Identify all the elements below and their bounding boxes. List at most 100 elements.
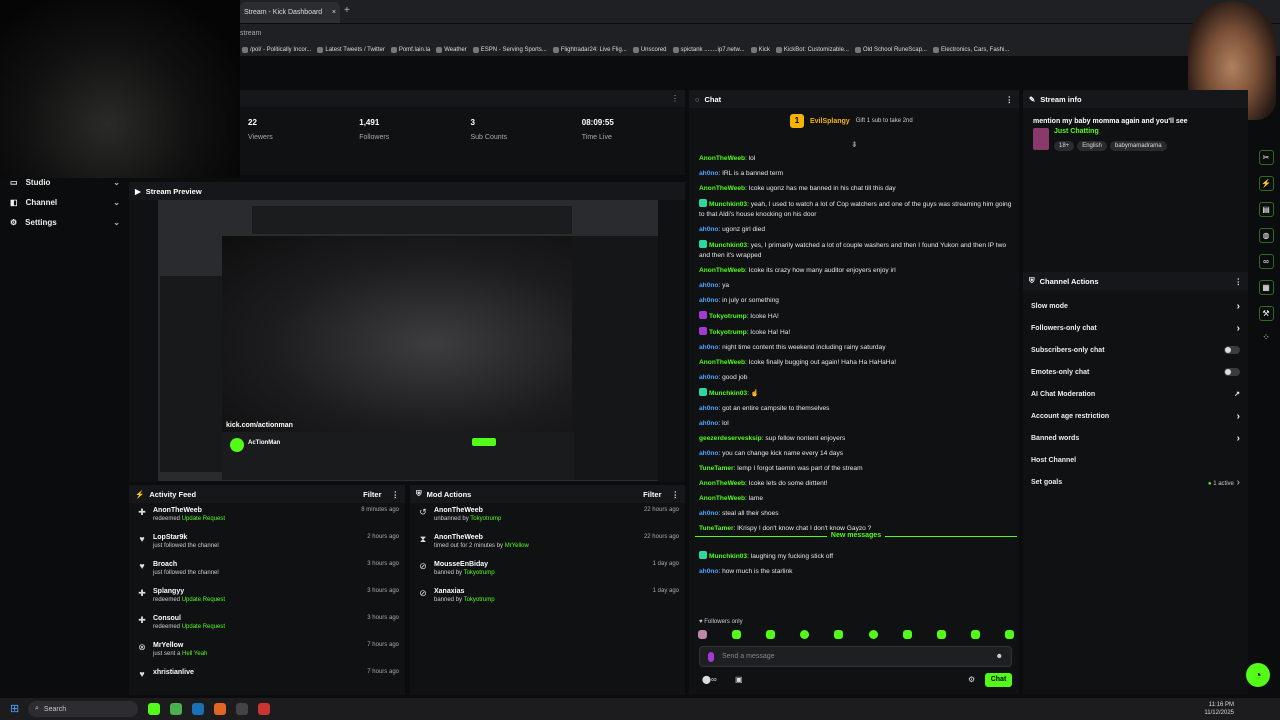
channel-action[interactable]: Host Channel xyxy=(1023,449,1248,471)
toggle-switch[interactable] xyxy=(1224,346,1240,354)
bookmark[interactable]: Latest Tweets / Twitter xyxy=(317,46,385,53)
bookmark[interactable]: Pomf.lain.la xyxy=(390,46,430,53)
address-bar[interactable]: stream xyxy=(240,24,1280,43)
feed-item[interactable]: ♥ xhristianlive 7 hours ago xyxy=(129,665,405,692)
channel-action[interactable]: Set goals ● 1 active › xyxy=(1023,471,1248,493)
browser-tab[interactable]: Stream - Kick Dashboard × xyxy=(240,2,340,23)
close-icon[interactable]: × xyxy=(332,9,336,16)
chat-message[interactable]: Munchkin03: yeah, I used to watch a lot … xyxy=(699,199,1017,220)
bolt-icon[interactable]: ⚡ xyxy=(1258,176,1274,191)
kicks-icon[interactable]: ⬤∞ xyxy=(702,675,717,684)
nav-channel[interactable]: ◧ Channel ⌄ xyxy=(10,198,120,207)
emote-icon[interactable] xyxy=(766,630,776,639)
chat-username[interactable]: Tokyotrump xyxy=(709,329,747,336)
chat-username[interactable]: AnonTheWeeb xyxy=(699,267,745,274)
nav-settings[interactable]: ⚙ Settings ⌄ xyxy=(10,218,120,227)
chat-message[interactable]: Munchkin03: yes, I primarily watched a l… xyxy=(699,240,1017,261)
tag[interactable]: English xyxy=(1077,141,1107,151)
bookmark[interactable]: Weather xyxy=(436,46,467,53)
more-icon[interactable]: ⋮ xyxy=(1235,277,1243,286)
kick-app-icon[interactable] xyxy=(148,703,160,715)
chat-username[interactable]: Munchkin03 xyxy=(709,553,747,560)
emote-icon[interactable] xyxy=(732,630,742,639)
channel-action[interactable]: AI Chat Moderation ↗ xyxy=(1023,383,1248,405)
chrome-icon[interactable] xyxy=(170,703,182,715)
channel-action[interactable]: Emotes-only chat xyxy=(1023,361,1248,383)
link-icon[interactable]: ∞ xyxy=(1258,254,1274,269)
bookmark[interactable]: Kick xyxy=(750,46,770,53)
chat-username[interactable]: AnonTheWeeb xyxy=(699,185,745,192)
chat-bubble-icon[interactable]: ◍ xyxy=(1258,228,1274,243)
chat-message[interactable]: Tokyotrump: Icoke Ha! Ha! xyxy=(699,327,1017,338)
chat-message[interactable]: ah0no: good job xyxy=(699,373,1017,383)
feed-user[interactable]: MrYellow xyxy=(153,642,207,649)
document-icon[interactable]: ▤ xyxy=(1258,202,1274,217)
feed-item[interactable]: ♥ Broach just followed the channel 3 hours… xyxy=(129,557,405,584)
emote-icon[interactable] xyxy=(936,630,946,639)
channel-action[interactable]: Followers-only chat › xyxy=(1023,317,1248,339)
firefox-icon[interactable] xyxy=(214,703,226,715)
chat-username[interactable]: AnonTheWeeb xyxy=(699,495,745,502)
chat-username[interactable]: TuneTamer xyxy=(699,525,734,532)
chat-username[interactable]: geezerdeservesksip xyxy=(699,435,762,442)
chat-message[interactable]: TuneTamer: lemp I forgot taemin was part… xyxy=(699,464,1017,474)
chat-message[interactable]: ah0no: how much is the starlink xyxy=(699,567,1017,577)
pinned-gift[interactable]: 1 EvilSplangy Gift 1 sub to take 2nd xyxy=(790,114,913,128)
chat-username[interactable]: Munchkin03 xyxy=(709,390,747,397)
chat-message[interactable]: AnonTheWeeb: Icoke its crazy how many au… xyxy=(699,266,1017,276)
channel-action[interactable]: Slow mode › xyxy=(1023,295,1248,317)
emote-icon[interactable] xyxy=(834,630,844,639)
chat-message[interactable]: AnonTheWeeb: Icoke finally bugging out a… xyxy=(699,358,1017,368)
bookmark[interactable]: ESPN - Serving Sports... xyxy=(472,46,547,53)
bookmark[interactable]: Flightradar24: Live Flig... xyxy=(552,46,627,53)
bookmark[interactable]: Old School RuneScap... xyxy=(854,46,927,53)
bookmark[interactable]: /pol/ - Politically Incor... xyxy=(242,46,311,53)
feed-item[interactable]: ♥ LopStar9k just followed the channel 2 ho… xyxy=(129,530,405,557)
feed-user[interactable]: Consoul xyxy=(153,615,225,622)
feed-item[interactable]: ⊘ Xanaxias banned by Tokyotrump 1 day ago xyxy=(410,584,685,611)
chat-message[interactable]: ah0no: steal all their shoes xyxy=(699,509,1017,519)
feed-item[interactable]: ⧗ AnonTheWeeb timed out for 2 minutes by M… xyxy=(410,530,685,557)
chat-message[interactable]: AnonTheWeeb: Icoke ugonz has me banned i… xyxy=(699,184,1017,194)
more-icon[interactable]: ⋮ xyxy=(672,490,680,499)
poll-icon[interactable]: ▦ xyxy=(1258,280,1274,295)
more-icon[interactable]: ⋮ xyxy=(392,490,400,499)
chat-username[interactable]: ah0no xyxy=(699,297,718,304)
chat-username[interactable]: ah0no xyxy=(699,568,718,575)
feed-user[interactable]: Splangyy xyxy=(153,588,225,595)
chat-message[interactable]: ah0no: got an entire campsite to themsel… xyxy=(699,404,1017,414)
feed-user[interactable]: Broach xyxy=(153,561,219,568)
new-tab-button[interactable]: + xyxy=(344,5,350,16)
channel-action[interactable]: Account age restriction › xyxy=(1023,405,1248,427)
chat-username[interactable]: Munchkin03 xyxy=(709,242,747,249)
emote-icon[interactable] xyxy=(970,630,980,639)
send-chat-button[interactable]: Chat xyxy=(985,673,1012,687)
stream-title[interactable]: mention my baby momma again and you'll s… xyxy=(1023,108,1248,125)
chat-message[interactable]: AnonTheWeeb: lol xyxy=(699,154,1017,164)
feed-item[interactable]: ✚ Splangyy redeemed Update Request 3 hours … xyxy=(129,584,405,611)
emote-icon[interactable] xyxy=(800,630,810,639)
chat-message[interactable]: ah0no: you can change kick name every 14… xyxy=(699,449,1017,459)
wrench-icon[interactable]: ⚒ xyxy=(1258,306,1274,321)
emote-icon[interactable] xyxy=(868,630,878,639)
nav-studio[interactable]: ▭ Studio ⌄ xyxy=(10,178,120,187)
feed-item[interactable]: ⊘ MousseEnBiday banned by Tokyotrump 1 day … xyxy=(410,557,685,584)
bookmark[interactable]: KickBot: Customizable... xyxy=(775,46,849,53)
chat-username[interactable]: ah0no xyxy=(699,405,718,412)
filter-button[interactable]: Filter xyxy=(363,490,381,499)
system-clock[interactable]: 11:16 PM 11/12/2025 xyxy=(1204,701,1234,717)
feed-user[interactable]: AnonTheWeeb xyxy=(434,507,501,514)
chat-username[interactable]: TuneTamer xyxy=(699,465,734,472)
taskbar-search[interactable]: ⌕ Search xyxy=(28,701,138,717)
windows-icon[interactable]: ⊞ xyxy=(10,702,19,715)
feed-user[interactable]: LopStar9k xyxy=(153,534,219,541)
feed-user[interactable]: AnonTheWeeb xyxy=(434,534,529,541)
emoji-icon[interactable]: ☻ xyxy=(996,653,1003,660)
chat-message[interactable]: ah0no: ugonz girl died xyxy=(699,225,1017,235)
feed-user[interactable]: AnonTheWeeb xyxy=(153,507,225,514)
chat-message[interactable]: geezerdeservesksip: sup fellow nontent e… xyxy=(699,434,1017,444)
chat-username[interactable]: Munchkin03 xyxy=(709,201,747,208)
chat-username[interactable]: Tokyotrump xyxy=(709,313,747,320)
feed-item[interactable]: ⊗ MrYellow just sent a Hell Yeah 7 hours ag… xyxy=(129,638,405,665)
steam-icon[interactable] xyxy=(192,703,204,715)
